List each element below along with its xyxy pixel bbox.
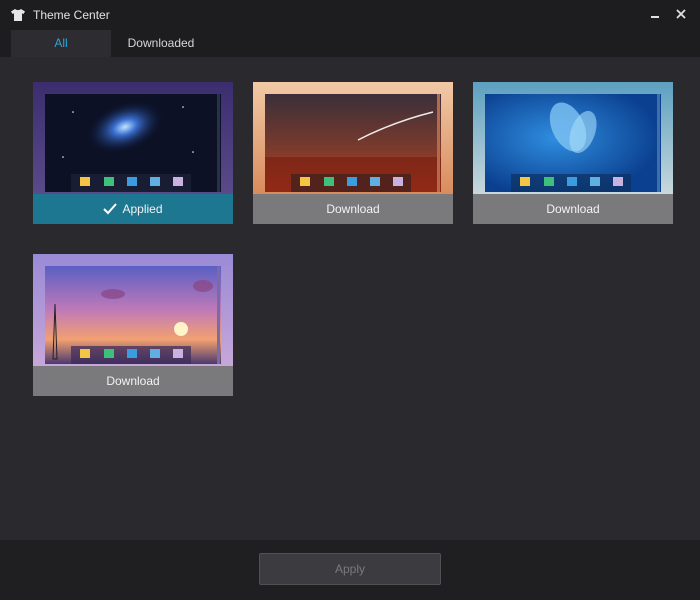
- minimize-icon: [651, 16, 659, 18]
- title-bar: Theme Center: [0, 0, 700, 30]
- checkmark-icon: [103, 203, 118, 215]
- apply-button[interactable]: Apply: [259, 553, 441, 585]
- theme-thumbnail-sunset: [33, 254, 233, 366]
- close-icon: [676, 9, 686, 19]
- download-button[interactable]: Download: [33, 366, 233, 396]
- tshirt-icon: [11, 9, 25, 21]
- tab-bar: All Downloaded: [0, 30, 700, 57]
- download-button[interactable]: Download: [253, 194, 453, 224]
- tab-downloaded[interactable]: Downloaded: [111, 30, 211, 57]
- applied-button[interactable]: Applied: [33, 194, 233, 224]
- theme-thumbnail-blue-feather: [473, 82, 673, 194]
- tab-all[interactable]: All: [11, 30, 111, 57]
- close-button[interactable]: [673, 6, 689, 22]
- theme-card-meteor[interactable]: Download: [253, 82, 453, 224]
- applied-label: Applied: [122, 202, 163, 216]
- download-button[interactable]: Download: [473, 194, 673, 224]
- theme-grid: Applied Download Download Download: [0, 57, 700, 540]
- window-title: Theme Center: [33, 8, 110, 22]
- theme-thumbnail-meteor: [253, 82, 453, 194]
- footer: Apply: [0, 540, 700, 600]
- minimize-button[interactable]: [647, 6, 663, 22]
- theme-card-blue-feather[interactable]: Download: [473, 82, 673, 224]
- theme-card-galaxy[interactable]: Applied: [33, 82, 233, 224]
- theme-thumbnail-galaxy: [33, 82, 233, 194]
- theme-card-sunset[interactable]: Download: [33, 254, 233, 396]
